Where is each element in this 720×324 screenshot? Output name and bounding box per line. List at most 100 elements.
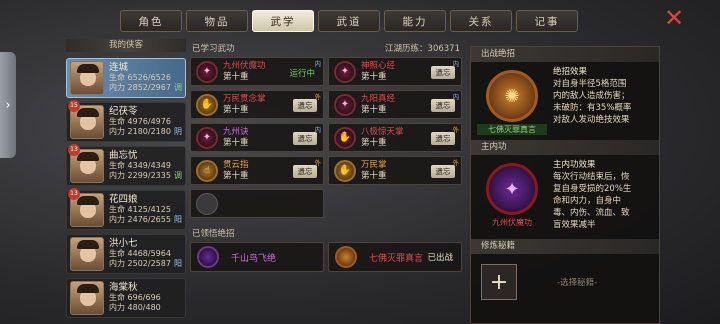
skill-item[interactable]: ✦ 九州伏魔功 第十重 运行中 内 [190,57,324,86]
detail-panel: 出战绝招 ✺ 七佛灭罪真言 绝招效果 对自身半径5格范围 内的敌人造成伤害； 未… [470,46,660,324]
skill-name: 神照心经 [361,60,396,71]
skill-name: 万民贯念掌 [223,93,266,104]
hero-card[interactable]: 海棠秋 生命 696/696 内力 480/480 [66,278,186,318]
empty-skill-slot[interactable] [190,189,324,218]
skill-level: 第十重 [223,71,249,82]
hero-card[interactable]: 13 曲忘忧 生命 4349/4349 内力 2299/2335 调 [66,144,186,186]
skill-grid: ✦ 九州伏魔功 第十重 运行中 内 ✦ 神照心经 第十重 遗忘 内 ✋ 万民贯念掌第… [190,57,462,218]
skill-type-corner: 外 [314,159,322,167]
ult-item[interactable]: 千山鸟飞绝 [190,242,324,272]
ult-item[interactable]: 七佛灭罪真言 已出战 [328,242,462,272]
skill-item[interactable]: ✋ 万民掌 第十重 遗忘 外 [328,156,462,185]
skill-item[interactable]: ✦ 九阳真经 第十重 遗忘 内 [328,90,462,119]
skill-level: 第十重 [361,71,387,82]
forget-button[interactable]: 遗忘 [431,165,455,178]
skill-level: 第十重 [361,137,387,148]
inner-skill-header: 主内功 [471,140,659,155]
skill-name: 万民掌 [361,159,387,170]
skill-item[interactable]: ✋ 八极惊天掌 第十重 遗忘 外 [328,123,462,152]
skill-item[interactable]: ✦ 神照心经 第十重 遗忘 内 [328,57,462,86]
skill-level: 第十重 [223,137,249,148]
skill-item[interactable]: ✦ 九州诀 第十重 遗忘 内 [190,123,324,152]
skill-icon: ✦ [196,126,218,149]
ult-title: 已领悟绝招 [192,229,235,239]
hero-portrait [70,281,104,315]
close-icon[interactable]: ✕ [662,6,686,31]
tab-martial-arts[interactable]: 武学 [252,10,314,32]
secret-book-header: 修炼秘籍 [471,239,659,254]
hero-tag: 调 [174,83,182,92]
hero-tag: 调 [174,171,182,180]
skill-level: 第十重 [223,170,249,181]
skill-name: 八极惊天掌 [361,126,404,137]
select-secret-book-hint: -选择秘籍- [557,278,598,288]
skill-level: 第十重 [223,104,249,115]
forget-button[interactable]: 遗忘 [431,99,455,112]
martial-arts-panel: 已学习武功 江湖历练：306371 ✦ 九州伏魔功 第十重 运行中 内 ✦ 神照心… [190,42,462,272]
hero-name: 洪小七 [109,238,138,249]
chevron-right-icon: › [5,97,11,113]
hero-portrait [70,61,104,95]
hero-name: 曲忘忧 [109,150,138,161]
forget-button[interactable]: 遗忘 [431,132,455,145]
hero-tag: 阳 [174,215,182,224]
hero-card[interactable]: 15 纪茯苓 生命 4976/4976 内力 2180/2180 阴 [66,100,186,142]
skill-type-corner: 外 [314,93,322,101]
skill-type-corner: 外 [452,126,460,134]
empty-slot-icon [196,192,218,215]
hero-card[interactable]: 洪小七 生命 4468/5964 内力 2502/2587 阳 [66,234,186,274]
hero-mp: 内力 480/480 [109,303,161,312]
hero-list: 连城 生命 6526/6526 内力 2852/2967 调 15 纪茯苓 生命 49… [66,58,186,322]
add-secret-book-button[interactable]: + [481,264,517,300]
forget-button[interactable]: 遗忘 [431,66,455,79]
skill-type-corner: 外 [452,159,460,167]
tab-items[interactable]: 物品 [186,10,248,32]
inner-skill-name: 九州伏魔功 [492,218,532,227]
battle-effect-line: 对自身半径5格范围 [553,79,627,89]
battle-effect-line: 内的敌人造成伤害； [553,91,630,101]
jianghu-exp: 江湖历练：306371 [385,44,460,54]
ult-icon [197,246,219,268]
battle-effect-line: 未破防：有35%概率 [553,103,632,113]
hero-card[interactable]: 13 花四娘 生命 4125/4125 内力 2476/2655 阳 [66,188,186,230]
tab-character[interactable]: 角色 [120,10,182,32]
sun-emblem-icon[interactable]: ✺ [486,70,538,122]
hero-name: 纪茯苓 [109,106,138,117]
running-status: 运行中 [289,69,315,79]
skill-item[interactable]: ☝ 贯云指 第十重 遗忘 外 [190,156,324,185]
hero-tag: 阴 [174,127,182,136]
battle-ult-name: 七佛灭罪真言 [477,124,547,135]
ult-status: 已出战 [427,253,453,263]
inner-effect-line: 命和内力，自身中 [553,196,622,206]
hero-portrait [70,237,104,271]
skill-icon: ✋ [334,126,356,149]
skill-item[interactable]: ✋ 万民贯念掌 第十重 遗忘 外 [190,90,324,119]
forget-button[interactable]: 遗忘 [293,99,317,112]
top-tabs: 角色 物品 武学 武道 能力 关系 记事 [120,10,578,32]
hero-level-badge: 15 [68,100,80,112]
forget-button[interactable]: 遗忘 [293,132,317,145]
inner-skill-icon[interactable]: ✦ [486,163,538,215]
battle-effect-line: 对敌人发动绝技效果 [553,115,630,125]
hero-level-badge: 13 [68,144,80,156]
skill-icon: ✋ [334,159,356,182]
hero-list-header: 我的侠客 [66,39,186,52]
skill-type-corner: 内 [314,126,322,134]
ult-icon [335,246,357,268]
tab-martial-way[interactable]: 武道 [318,10,380,32]
tab-abilities[interactable]: 能力 [384,10,446,32]
side-expand-tab[interactable]: › [0,52,16,158]
tab-records[interactable]: 记事 [516,10,578,32]
learned-skills-title: 已学习武功 [192,44,235,54]
skill-type-corner: 内 [452,93,460,101]
skill-level: 第十重 [361,104,387,115]
hero-card[interactable]: 连城 生命 6526/6526 内力 2852/2967 调 [66,58,186,98]
forget-button[interactable]: 遗忘 [293,165,317,178]
battle-effect-title: 绝招效果 [553,67,588,77]
skill-icon: ☝ [196,159,218,182]
skill-icon: ✦ [196,60,218,83]
skill-level: 第十重 [361,170,387,181]
tab-relations[interactable]: 关系 [450,10,512,32]
inner-effect-line: 复自身受损的20%生 [553,184,632,194]
hero-tag: 阳 [174,259,182,268]
